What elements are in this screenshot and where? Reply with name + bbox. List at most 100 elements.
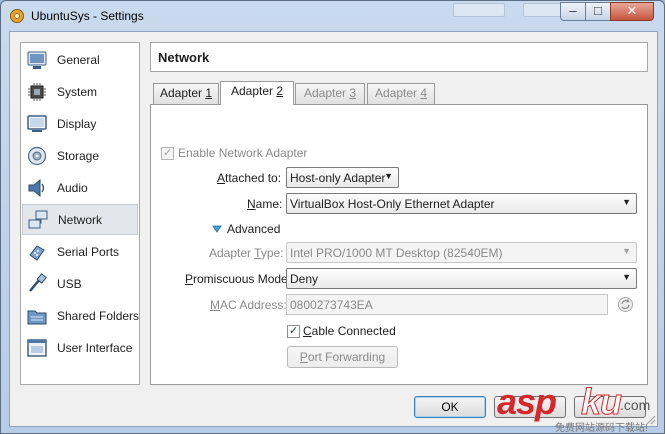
label-text: romiscuous Mode:	[193, 272, 292, 286]
sidebar-item-display[interactable]: Display	[22, 109, 138, 140]
sidebar-item-audio[interactable]: Audio	[22, 173, 138, 204]
chevron-down-icon: ▼	[622, 272, 631, 282]
label-key: P	[299, 350, 308, 364]
tab-adapter-4[interactable]: Adapter 4	[367, 83, 435, 104]
mac-address-field[interactable]: 0800273743EA	[286, 294, 608, 315]
sidebar-item-general[interactable]: General	[22, 45, 138, 76]
adapter-name-select[interactable]: VirtualBox Host-Only Ethernet Adapter ▼	[286, 193, 637, 214]
checkmark-icon: ✓	[289, 325, 299, 337]
settings-sidebar: General System Display Storage Audio Net…	[20, 42, 140, 385]
watermark-logo-text: ku	[580, 381, 622, 423]
maximize-button[interactable]: □	[585, 2, 611, 21]
watermark-logo-text: asp	[497, 381, 557, 422]
chevron-down-icon: ▼	[384, 171, 393, 181]
select-value: Host-only Adapter	[290, 171, 386, 185]
page-header: Network	[150, 42, 648, 72]
tab-label: Adapter	[159, 86, 206, 100]
sidebar-item-label: User Interface	[57, 341, 133, 355]
tab-adapter-3[interactable]: Adapter 3	[295, 83, 365, 104]
label-key: N	[247, 197, 256, 211]
general-icon	[27, 51, 47, 69]
sidebar-item-serial-ports[interactable]: Serial Ports	[22, 237, 138, 268]
tab-adapter-1[interactable]: Adapter 1	[153, 83, 219, 104]
watermark-tagline: 免费网站源码下载站!	[555, 423, 648, 434]
port-forwarding-button[interactable]: Port Forwarding	[287, 346, 398, 368]
cable-connected-checkbox[interactable]: ✓	[287, 325, 300, 338]
sidebar-item-label: Display	[57, 117, 97, 131]
sidebar-item-label: System	[57, 85, 98, 99]
minimize-button[interactable]: –	[560, 2, 586, 21]
tab-label-key: 4	[420, 86, 428, 100]
tab-label: Adapter	[374, 86, 421, 100]
label-text: Adapter	[209, 246, 255, 260]
window-title: UbuntuSys - Settings	[31, 9, 144, 23]
label-key: P	[185, 272, 194, 286]
label-key: C	[303, 324, 312, 338]
user-interface-icon	[27, 339, 47, 357]
expand-arrow-icon	[212, 225, 222, 233]
enable-network-adapter-label: Enable Network Adapter	[178, 146, 308, 160]
select-value: Deny	[290, 272, 319, 286]
ok-button[interactable]: OK	[414, 396, 486, 418]
audio-icon	[28, 178, 45, 198]
enable-network-adapter-checkbox[interactable]: ✓	[161, 147, 174, 160]
tab-adapter-2[interactable]: Adapter 2	[220, 81, 294, 105]
serial-ports-icon	[29, 245, 45, 261]
title-bar[interactable]: UbuntuSys - Settings – □ ✕	[1, 1, 664, 31]
background-window-ghost	[523, 3, 563, 17]
sidebar-item-label: Audio	[57, 181, 88, 195]
usb-icon	[29, 273, 47, 292]
tab-label-key: 3	[349, 86, 357, 100]
sidebar-item-system[interactable]: System	[22, 77, 138, 108]
tab-label: Adapter	[303, 86, 350, 100]
promiscuous-mode-label: Promiscuous Mode:	[185, 272, 291, 286]
site-watermark: asp ku .com 免费网站源码下载站!	[493, 381, 661, 434]
storage-icon	[27, 146, 47, 166]
dialog-body: General System Display Storage Audio Net…	[9, 31, 658, 427]
sidebar-item-usb[interactable]: USB	[22, 269, 138, 300]
label-text: AC Address:	[220, 298, 287, 312]
select-value: Intel PRO/1000 MT Desktop (82540EM)	[290, 246, 503, 260]
field-value: 0800273743EA	[290, 298, 373, 312]
chevron-down-icon: ▼	[622, 246, 631, 256]
watermark-domain: .com	[620, 397, 651, 413]
label-key: M	[210, 298, 220, 312]
refresh-mac-icon[interactable]	[617, 296, 634, 313]
chevron-down-icon: ▼	[622, 197, 631, 207]
mac-address-label: MAC Address:	[210, 298, 287, 312]
advanced-label: Advanced	[227, 222, 281, 236]
tab-label: Adapter	[230, 84, 277, 98]
sidebar-item-shared-folders[interactable]: Shared Folders	[22, 301, 139, 332]
system-icon	[28, 83, 46, 101]
app-gear-icon	[10, 9, 24, 23]
sidebar-item-network[interactable]: Network	[22, 204, 138, 235]
adapter-type-label: Adapter Type:	[209, 246, 284, 260]
sidebar-item-label: Serial Ports	[57, 245, 120, 259]
settings-window: UbuntuSys - Settings – □ ✕ General Syste…	[0, 0, 665, 434]
name-label: Name:	[247, 197, 282, 211]
label-key: T	[254, 246, 261, 260]
tab-label-key: 1	[205, 86, 213, 100]
shared-folders-icon	[27, 310, 47, 325]
sidebar-item-label: General	[57, 53, 100, 67]
label-text: able Connected	[311, 324, 396, 338]
label-text: ttached to:	[225, 171, 282, 185]
attached-to-select[interactable]: Host-only Adapter ▼	[286, 167, 399, 188]
label-text: ype:	[260, 246, 284, 260]
sidebar-item-label: Network	[58, 213, 103, 227]
sidebar-item-user-interface[interactable]: User Interface	[22, 333, 138, 364]
page-title: Network	[158, 50, 210, 65]
tab-label-key: 2	[276, 84, 284, 98]
label-text: ort Forwarding	[307, 350, 386, 364]
select-value: VirtualBox Host-Only Ethernet Adapter	[290, 197, 495, 211]
advanced-toggle[interactable]: Advanced	[212, 222, 302, 238]
promiscuous-mode-select[interactable]: Deny ▼	[286, 268, 637, 289]
sidebar-item-label: Storage	[57, 149, 100, 163]
close-button[interactable]: ✕	[610, 2, 654, 21]
sidebar-item-storage[interactable]: Storage	[22, 141, 138, 172]
label-key: A	[217, 171, 226, 185]
cable-connected-label: Cable Connected	[303, 324, 396, 338]
checkmark-icon: ✓	[163, 147, 173, 159]
display-icon	[27, 115, 47, 132]
adapter-type-select[interactable]: Intel PRO/1000 MT Desktop (82540EM) ▼	[286, 242, 637, 263]
